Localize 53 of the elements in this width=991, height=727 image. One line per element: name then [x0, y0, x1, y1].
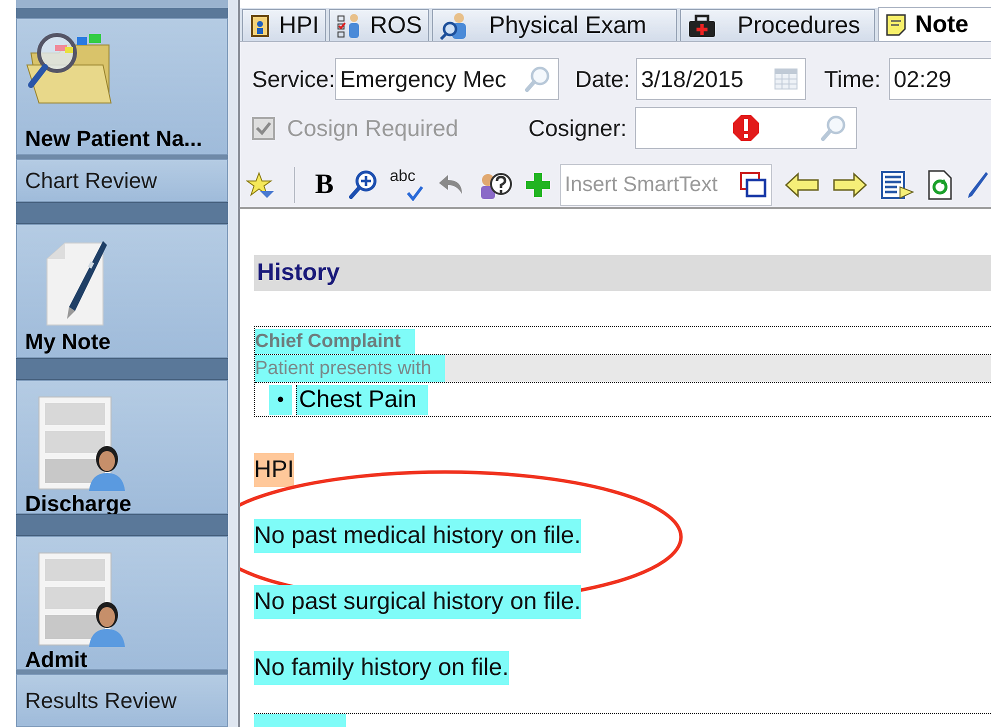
- plus-icon: [524, 171, 552, 199]
- note-text: No past medical history on file.: [254, 519, 581, 553]
- field-label: Cosigner:: [528, 114, 627, 143]
- sidebar-button[interactable]: New Patient Na...: [16, 18, 228, 155]
- field-text: Patient presents with: [255, 355, 446, 382]
- left-arrow-icon: [784, 172, 820, 198]
- document-refresh-button[interactable]: [926, 169, 954, 201]
- tab[interactable]: Note: [878, 7, 991, 41]
- bullet-mark: •: [269, 384, 292, 414]
- list-arrow-button[interactable]: [880, 170, 914, 200]
- checkbox-label: Cosign Required: [287, 114, 458, 143]
- document-refresh-icon: [926, 169, 954, 201]
- sidebar-button[interactable]: My Note: [16, 224, 228, 358]
- tab[interactable]: ROS: [329, 9, 430, 41]
- star-icon: [246, 171, 276, 199]
- pen-icon: [966, 170, 988, 200]
- sidebar-button[interactable]: Results Review: [16, 674, 228, 727]
- sticky-note-icon: [885, 12, 908, 36]
- zoom-in-icon: [348, 170, 378, 200]
- section-heading: History: [257, 258, 340, 288]
- note-text: HPI: [254, 453, 294, 487]
- input-field[interactable]: 3/18/2015: [636, 58, 806, 100]
- note-text: No past surgical history on file.: [254, 585, 581, 619]
- field-title: Chief Complaint: [255, 329, 415, 354]
- field-label: Time:: [824, 64, 881, 94]
- splitter-bar[interactable]: [228, 0, 240, 727]
- right-arrow-button[interactable]: [832, 172, 868, 198]
- medical-bag-icon: [687, 14, 718, 38]
- list-item-text: Chest Pain: [296, 384, 428, 414]
- pen-button[interactable]: [966, 170, 988, 200]
- calendar-icon: [773, 66, 800, 92]
- star-button[interactable]: [246, 171, 276, 199]
- search-icon: [820, 114, 848, 142]
- input-field[interactable]: 02:29: [888, 58, 991, 100]
- sidebar-button[interactable]: Chart Review: [16, 159, 228, 202]
- sidebar-button[interactable]: Discharge: [16, 380, 228, 514]
- field-label: Date:: [575, 64, 630, 94]
- note-text: No family history on file.: [254, 651, 509, 685]
- right-arrow-icon: [832, 172, 868, 198]
- sidebar-button[interactable]: Admit: [16, 536, 228, 670]
- field-label: Service:: [252, 64, 336, 94]
- spell-check-button[interactable]: abc: [390, 169, 424, 201]
- windows-icon: [738, 171, 767, 199]
- list-arrow-icon: [880, 170, 914, 200]
- input-field[interactable]: Emergency Mec: [335, 58, 560, 100]
- tab[interactable]: Procedures: [680, 9, 876, 41]
- zoom-in-button[interactable]: [348, 170, 378, 200]
- tab[interactable]: HPI: [242, 9, 326, 41]
- tab[interactable]: Physical Exam: [432, 9, 678, 41]
- input-field[interactable]: [634, 107, 857, 149]
- left-arrow-button[interactable]: [784, 172, 820, 198]
- bold-button[interactable]: B: [313, 171, 336, 199]
- check-icon: [406, 185, 424, 201]
